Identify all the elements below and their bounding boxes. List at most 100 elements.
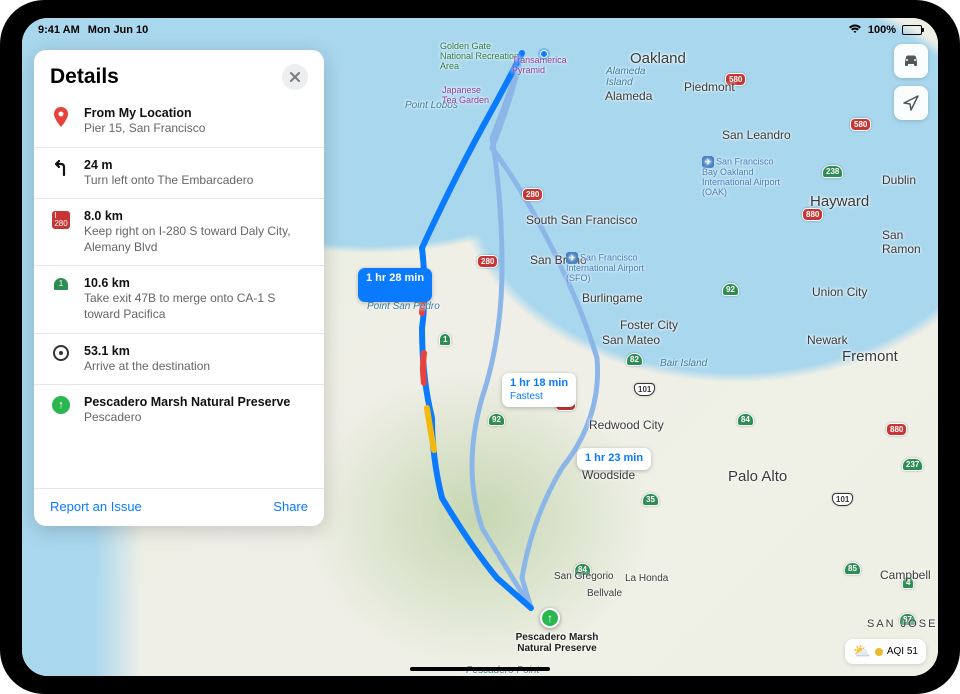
locate-me-button[interactable] bbox=[894, 86, 928, 120]
label-sanramon: San Ramon bbox=[882, 228, 938, 256]
label-fremont: Fremont bbox=[842, 348, 898, 365]
details-title: Details bbox=[50, 65, 119, 89]
label-bairisland: Bair Island bbox=[660, 358, 707, 369]
label-sfo: ✈San Francisco International Airport (SF… bbox=[566, 252, 666, 284]
home-indicator[interactable] bbox=[410, 667, 550, 671]
report-issue-link[interactable]: Report an Issue bbox=[50, 499, 142, 514]
route-callout-main[interactable]: 1 hr 28 min Fewer turns bbox=[358, 268, 432, 302]
label-alamedaisland: Alameda Island bbox=[606, 66, 650, 88]
step-title: 10.6 km bbox=[84, 276, 308, 290]
status-bar: 9:41 AM Mon Jun 10 100% bbox=[22, 18, 938, 40]
direction-step[interactable]: 24 m Turn left onto The Embarcadero bbox=[34, 147, 324, 199]
shield-ca92: 92 bbox=[722, 283, 739, 296]
directions-list[interactable]: From My Location Pier 15, San Francisco … bbox=[34, 100, 324, 488]
map-controls bbox=[894, 44, 928, 120]
label-redwoodcity: Redwood City bbox=[589, 418, 664, 432]
label-lahonda: La Honda bbox=[625, 573, 668, 584]
route-alt2-time: 1 hr 23 min bbox=[585, 452, 643, 466]
destination-label: Pescadero MarshNatural Preserve bbox=[507, 632, 607, 654]
close-icon bbox=[290, 72, 300, 82]
aqi-badge[interactable]: ⛅ AQI 51 bbox=[845, 639, 926, 664]
shield-ca84: 84 bbox=[737, 413, 754, 426]
share-link[interactable]: Share bbox=[273, 499, 308, 514]
step-title: 24 m bbox=[84, 158, 308, 172]
direction-step[interactable]: From My Location Pier 15, San Francisco bbox=[34, 100, 324, 147]
label-paloalto: Palo Alto bbox=[728, 468, 787, 485]
step-sub: Pier 15, San Francisco bbox=[84, 121, 308, 137]
step-sub: Pescadero bbox=[84, 410, 308, 426]
step-sub: Keep right on I-280 S toward Daly City, … bbox=[84, 224, 308, 255]
battery-icon bbox=[902, 25, 922, 35]
label-pointsanpedro: Point San Pedro bbox=[367, 301, 440, 312]
label-sanleandro: San Leandro bbox=[722, 128, 791, 142]
destination-marker: ↑ bbox=[540, 608, 560, 628]
shield-i280: 280 bbox=[477, 255, 498, 268]
label-bellvale: Bellvale bbox=[587, 588, 622, 599]
step-title: 53.1 km bbox=[84, 344, 308, 358]
shield-ca92: 92 bbox=[488, 413, 505, 426]
pin-icon bbox=[50, 106, 72, 137]
shield-i580: 580 bbox=[850, 118, 871, 131]
step-sub: Take exit 47B to merge onto CA-1 S towar… bbox=[84, 291, 308, 322]
label-hayward: Hayward bbox=[810, 193, 869, 210]
details-panel: Details From My Location Pier 15, San Fr… bbox=[34, 50, 324, 526]
route-alt1-time: 1 hr 18 min bbox=[510, 377, 568, 391]
step-title: Pescadero Marsh Natural Preserve bbox=[84, 395, 308, 409]
driving-mode-button[interactable] bbox=[894, 44, 928, 78]
label-oak: ✈San Francisco Bay Oakland International… bbox=[702, 156, 782, 198]
shield-us101: 101 bbox=[832, 493, 853, 506]
step-sub: Turn left onto The Embarcadero bbox=[84, 173, 308, 189]
shield-ca1-icon: 1 bbox=[50, 276, 72, 322]
label-dublin: Dublin bbox=[882, 173, 916, 187]
route-callout-alt2[interactable]: 1 hr 23 min bbox=[577, 448, 651, 470]
aqi-dot-icon bbox=[875, 648, 883, 656]
shield-ca85: 85 bbox=[844, 562, 861, 575]
arrive-icon bbox=[50, 344, 72, 375]
label-fostercity: Foster City bbox=[620, 318, 678, 332]
shield-i280-icon: I280 bbox=[50, 209, 72, 255]
label-woodside: Woodside bbox=[582, 468, 635, 482]
label-unioncity: Union City bbox=[812, 285, 867, 299]
step-sub: Arrive at the destination bbox=[84, 359, 308, 375]
step-title: 8.0 km bbox=[84, 209, 308, 223]
status-time: 9:41 AM bbox=[38, 24, 80, 36]
step-title: From My Location bbox=[84, 106, 308, 120]
label-burlingame: Burlingame bbox=[582, 291, 643, 305]
route-main-time: 1 hr 28 min bbox=[366, 272, 424, 286]
label-ggnra: Golden Gate National Recreation Area bbox=[440, 42, 520, 72]
shield-ca238: 238 bbox=[822, 165, 843, 178]
close-button[interactable] bbox=[282, 64, 308, 90]
label-oakland: Oakland bbox=[630, 50, 686, 67]
direction-step[interactable]: I280 8.0 km Keep right on I-280 S toward… bbox=[34, 198, 324, 265]
label-newark: Newark bbox=[807, 333, 848, 347]
shield-i280: 280 bbox=[522, 188, 543, 201]
aqi-value: AQI 51 bbox=[887, 646, 918, 657]
shield-ca1: 1 bbox=[439, 333, 451, 346]
label-piedmont: Piedmont bbox=[684, 80, 735, 94]
label-ssf: South San Francisco bbox=[526, 213, 637, 227]
direction-step[interactable]: 1 10.6 km Take exit 47B to merge onto CA… bbox=[34, 265, 324, 332]
label-teagarden: Japanese Tea Garden bbox=[442, 86, 492, 106]
screen: 9:41 AM Mon Jun 10 100% bbox=[22, 18, 938, 676]
shield-i880: 880 bbox=[886, 423, 907, 436]
route-main-note: Fewer turns bbox=[366, 286, 424, 299]
wifi-icon bbox=[848, 24, 862, 37]
weather-icon: ⛅ bbox=[853, 643, 870, 660]
ipad-frame: 9:41 AM Mon Jun 10 100% bbox=[0, 0, 960, 694]
label-campbell: Campbell bbox=[880, 568, 931, 582]
shield-us101: 101 bbox=[634, 383, 655, 396]
turn-left-icon bbox=[50, 158, 72, 189]
destination-icon: ↑ bbox=[50, 395, 72, 426]
shield-ca237: 237 bbox=[902, 458, 923, 471]
battery-percent: 100% bbox=[868, 24, 896, 36]
label-sanjose: SAN JOSE bbox=[867, 618, 937, 630]
direction-step[interactable]: 53.1 km Arrive at the destination bbox=[34, 333, 324, 385]
direction-step[interactable]: ↑ Pescadero Marsh Natural Preserve Pesca… bbox=[34, 384, 324, 436]
route-alt1-note: Fastest bbox=[510, 391, 568, 404]
route-callout-alt1[interactable]: 1 hr 18 min Fastest bbox=[502, 373, 576, 407]
current-location-marker bbox=[538, 48, 550, 60]
label-alameda: Alameda bbox=[605, 89, 652, 103]
label-sanmateo: San Mateo bbox=[602, 333, 660, 347]
label-sangregorio: San Gregorio bbox=[554, 571, 613, 582]
shield-ca35: 35 bbox=[642, 493, 659, 506]
